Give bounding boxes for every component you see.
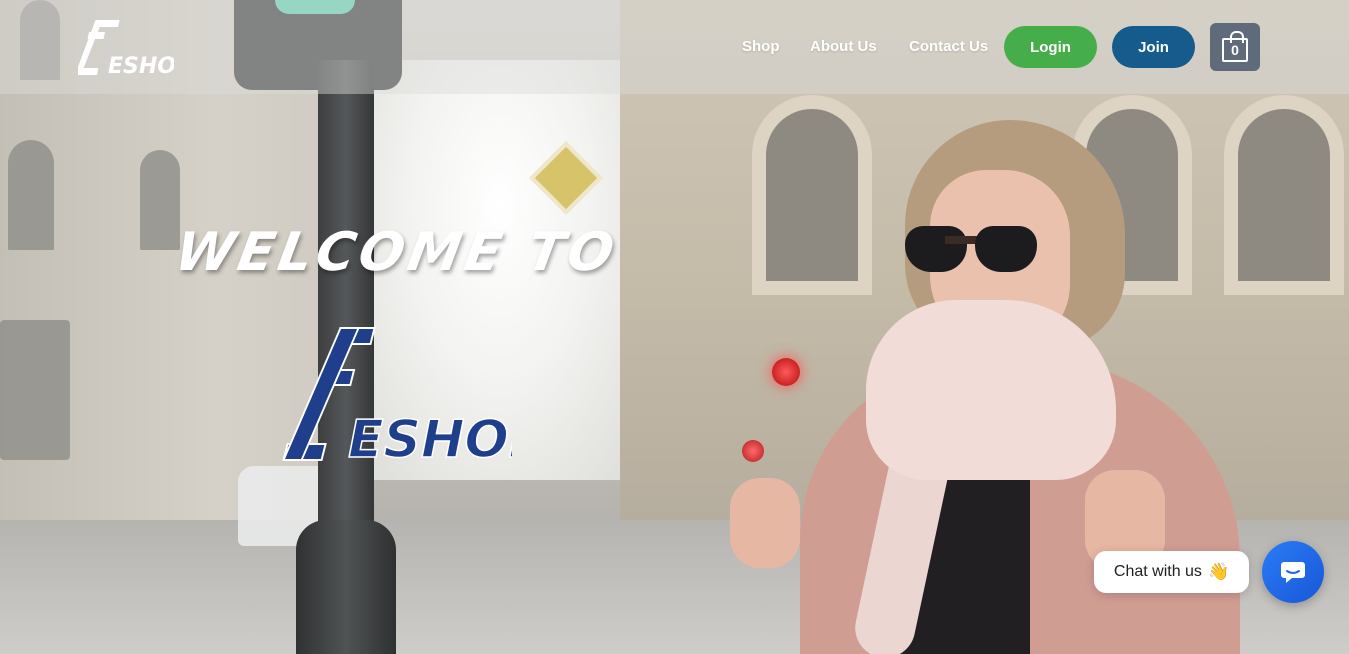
eshop-logo-icon: ESHOP	[74, 20, 192, 79]
background-arch	[1224, 95, 1344, 295]
nav-link-about-us[interactable]: About Us	[810, 38, 877, 55]
lamp-post-base	[296, 520, 396, 654]
waving-hand-icon: 👋	[1207, 562, 1230, 581]
chat-with-us-bubble[interactable]: Chat with us 👋	[1094, 551, 1249, 593]
shopping-bag-icon: 0	[1222, 31, 1248, 62]
background-arch	[752, 95, 872, 295]
woman-sunglasses	[905, 226, 1055, 274]
background-window	[0, 320, 70, 460]
brand-logo[interactable]: ESHOP	[74, 18, 192, 79]
traffic-light	[742, 440, 764, 462]
background-window	[140, 150, 180, 250]
eshop-hero-logo-icon: ESHOP	[282, 327, 548, 471]
traffic-light	[772, 358, 800, 386]
woman-scarf	[866, 300, 1116, 480]
hero-welcome-text: WELCOME TO	[170, 222, 623, 283]
hero-logo: ESHOP	[282, 322, 548, 471]
cart-count: 0	[1231, 42, 1239, 58]
chat-launcher-button[interactable]	[1262, 541, 1324, 603]
nav-link-contact-us[interactable]: Contact Us	[909, 38, 988, 55]
join-button[interactable]: Join	[1112, 26, 1195, 68]
chat-icon	[1281, 562, 1305, 583]
background-window	[8, 140, 54, 250]
woman-hand-left	[730, 478, 800, 568]
cart-button[interactable]: 0	[1210, 23, 1260, 71]
chat-bubble-label: Chat with us	[1113, 563, 1202, 580]
logo-text: ESHOP	[108, 54, 174, 78]
hero-logo-text: ESHOP	[348, 410, 512, 467]
login-button[interactable]: Login	[1004, 26, 1097, 68]
nav-link-shop[interactable]: Shop	[742, 38, 780, 55]
site-header: ESHOP Shop About Us Contact Us Login Joi…	[0, 0, 1349, 94]
